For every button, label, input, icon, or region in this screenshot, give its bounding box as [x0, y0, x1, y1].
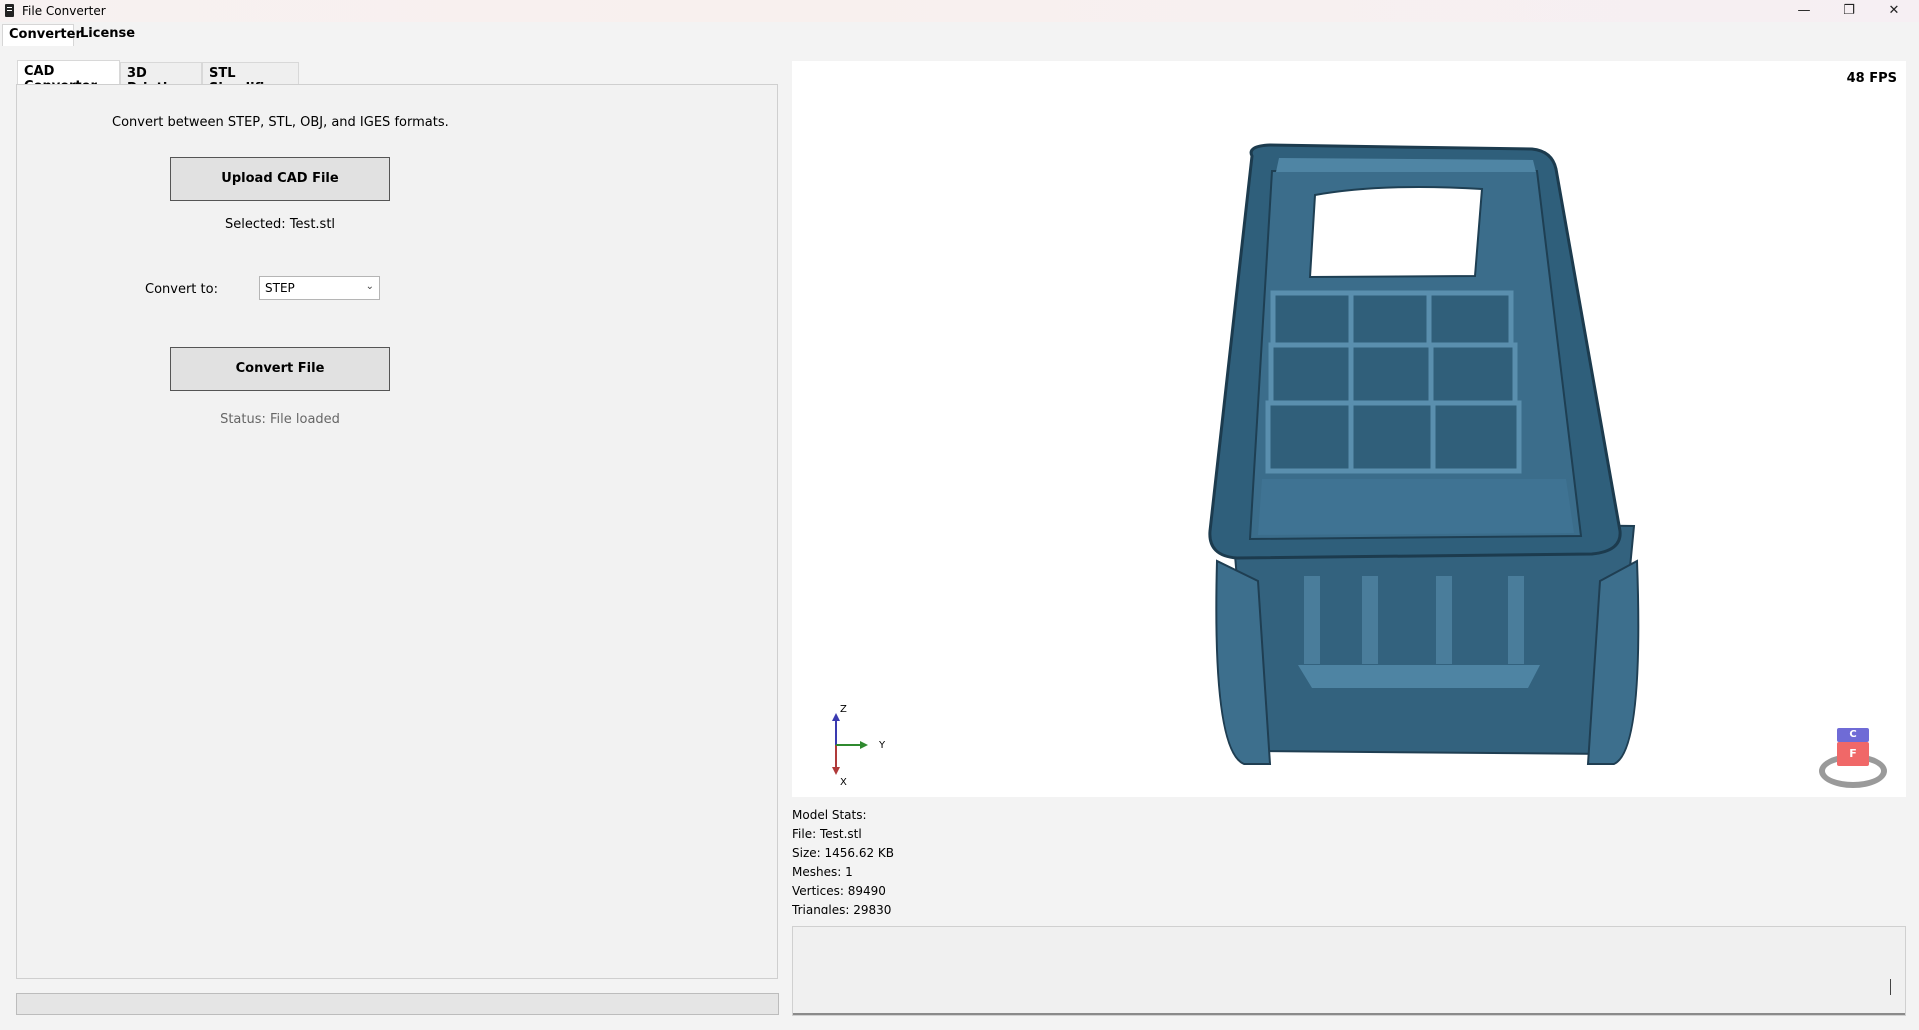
minimize-icon[interactable]: — — [1781, 0, 1827, 22]
stats-meshes: Meshes: 1 — [792, 865, 853, 879]
tab-license[interactable]: License — [74, 24, 135, 46]
stats-size: Size: 1456.62 KB — [792, 846, 895, 860]
tab-stl-simplifier[interactable]: STL Simplifier — [202, 62, 299, 96]
view-cube[interactable]: C F — [1817, 724, 1889, 796]
format-select[interactable]: STEP ⌄ — [259, 276, 380, 300]
stats-triangles: Triangles: 29830 — [792, 903, 892, 914]
stats-heading: Model Stats: — [792, 808, 867, 822]
chevron-down-icon: ⌄ — [365, 281, 374, 292]
close-icon[interactable]: ✕ — [1871, 0, 1917, 22]
convert-file-button[interactable]: Convert File — [170, 347, 390, 391]
restore-icon[interactable]: ❐ — [1826, 0, 1872, 22]
converter-panel — [16, 84, 778, 979]
console-border — [793, 1013, 1905, 1015]
axis-label-z: Z — [840, 704, 847, 715]
text-caret — [1890, 979, 1891, 995]
stats-vertices: Vertices: 89490 — [792, 884, 886, 898]
app-icon — [5, 4, 14, 17]
view-cube-front: F — [1837, 742, 1869, 766]
status-text: Status: File loaded — [220, 412, 340, 427]
axis-indicator — [832, 713, 868, 775]
log-console[interactable] — [792, 926, 1906, 1016]
convert-to-label: Convert to: — [145, 282, 218, 297]
format-select-value: STEP — [265, 281, 295, 295]
upload-cad-file-button[interactable]: Upload CAD File — [170, 157, 390, 201]
crate-model — [1208, 143, 1640, 765]
axis-label-y: Y — [879, 740, 886, 751]
view-cube-top: C — [1837, 728, 1869, 742]
model-render — [1208, 143, 1640, 765]
stats-file: File: Test.stl — [792, 827, 862, 841]
selected-file-label: Selected: Test.stl — [224, 217, 336, 232]
window-title: File Converter — [22, 4, 106, 18]
tab-3d-printing[interactable]: 3D Printing — [120, 62, 202, 96]
tab-cad-converter[interactable]: CAD Converter — [17, 60, 120, 94]
3d-viewport[interactable]: 48 FPS Z Y X C F — [792, 61, 1906, 797]
progress-bar — [16, 993, 779, 1015]
tab-converter[interactable]: Converter — [2, 24, 82, 46]
model-stats: Model Stats: File: Test.stl Size: 1456.6… — [792, 806, 1092, 914]
axis-label-x: X — [840, 777, 847, 788]
title-bar: File Converter — ❐ ✕ — [0, 0, 1919, 22]
converter-description: Convert between STEP, STL, OBJ, and IGES… — [112, 115, 449, 130]
